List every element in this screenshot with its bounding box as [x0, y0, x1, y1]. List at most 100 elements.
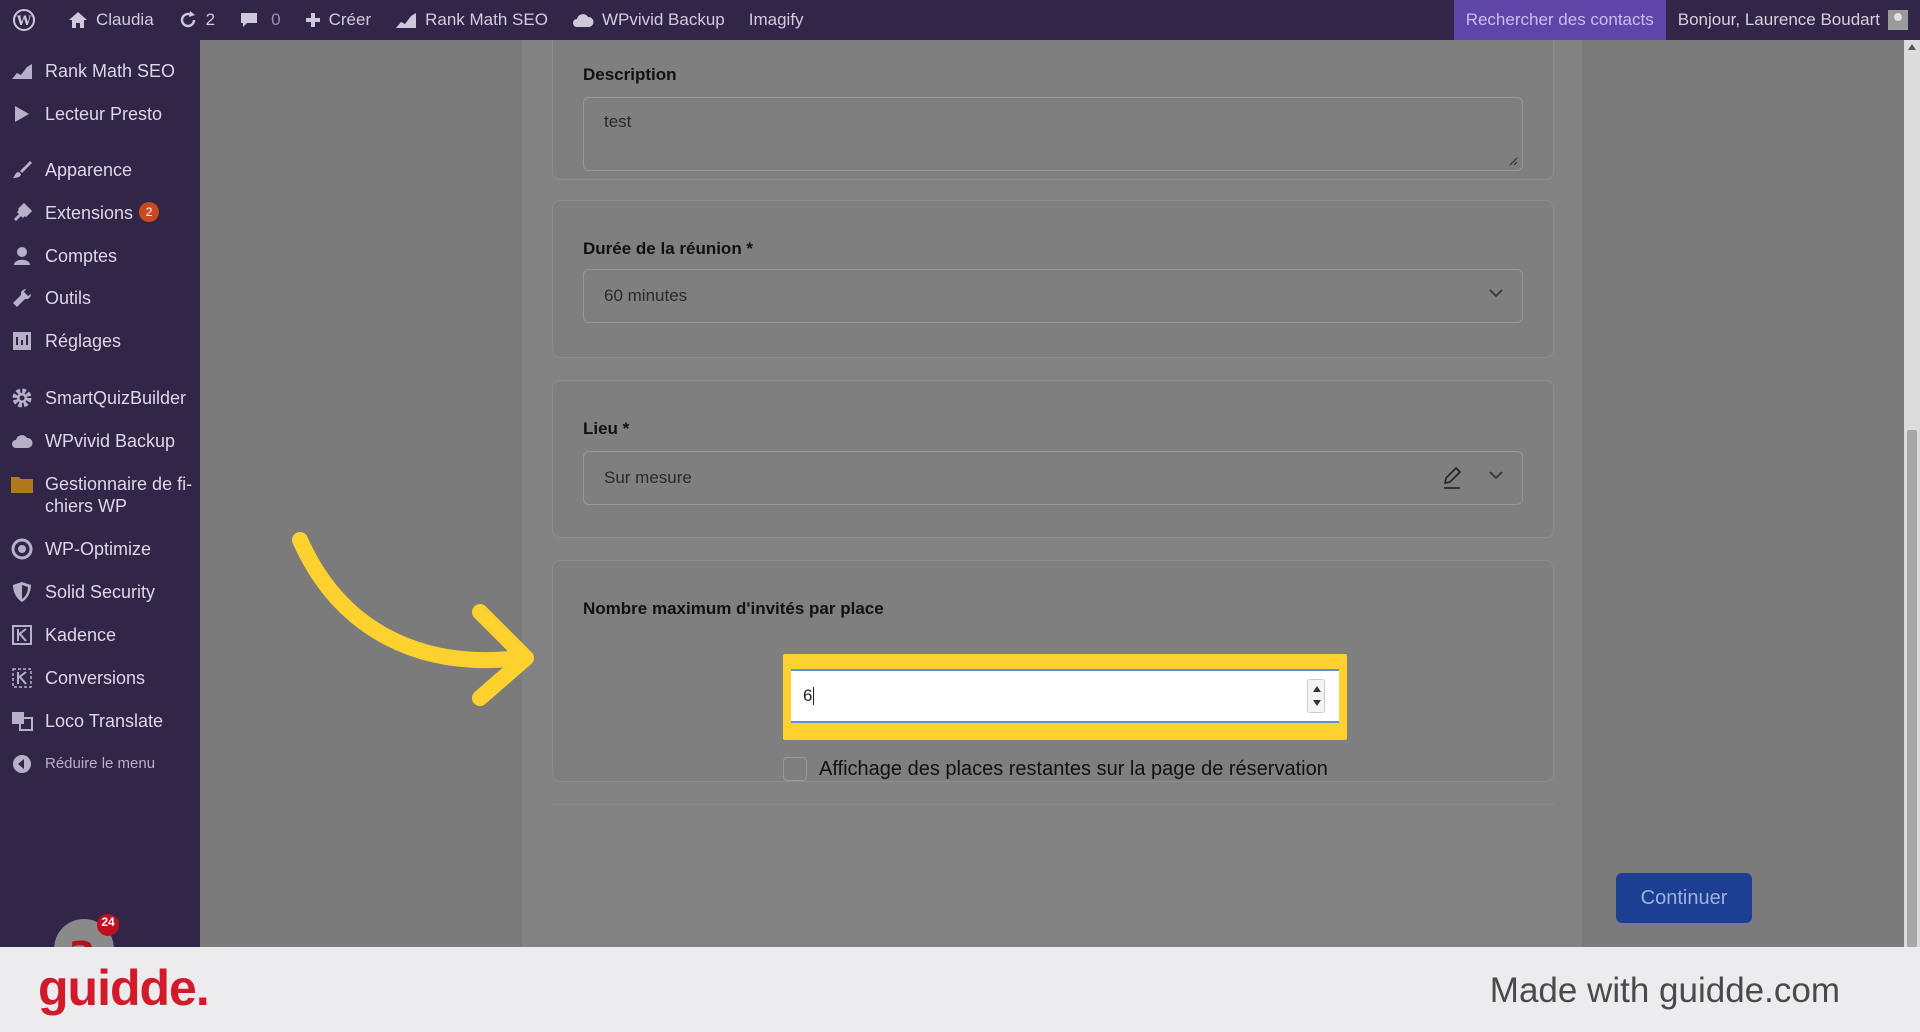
imagify-link[interactable]: Imagify [737, 0, 816, 40]
collapse-menu-button[interactable]: Réduire le menu [0, 753, 200, 775]
sidebar-item-label: Apparence [45, 160, 133, 180]
booking-form-panel: Description test Durée de la réunion * 6… [522, 40, 1582, 947]
sidebar-item-label: Gestionnaire de fi-chiers WP [45, 473, 192, 517]
notification-count: 24 [101, 915, 115, 929]
sidebar-item-label: Kadence [45, 625, 117, 645]
admin-bar-right: Rechercher des contacts Bonjour, Laurenc… [1453, 0, 1920, 40]
wpvivid-link[interactable]: WPvivid Backup [560, 0, 737, 40]
highlight-frame: 6 [783, 654, 1347, 740]
sidebar-item-label: SmartQuizBuilder [45, 388, 187, 408]
sidebar-item-label: Conversions [45, 668, 146, 688]
sidebar-item-lecteur-presto[interactable]: Lecteur Presto [0, 103, 200, 125]
guidde-footer: guidde. Made with guidde.com [0, 947, 1920, 1032]
site-name-link[interactable]: Claudia [56, 0, 166, 40]
chevron-down-icon [1489, 289, 1503, 298]
sidebar-item-loco-translate[interactable]: Loco Translate [0, 710, 200, 732]
conversions-icon [10, 667, 34, 689]
sidebar-item-kadence[interactable]: Kadence [0, 624, 200, 646]
greeting: Bonjour, Laurence Boudart [1677, 10, 1880, 29]
sidebar-item-label: Réduire le menu [45, 755, 156, 772]
sidebar-item-label: WP-Optimize [45, 539, 152, 559]
wpvivid-label: WPvivid Backup [601, 10, 725, 29]
sidebar-item-label-line1: Gestionnaire de fi- [45, 474, 193, 494]
sidebar-item-apparence[interactable]: Apparence [0, 159, 200, 181]
updates-link[interactable]: 2 [166, 0, 227, 40]
description-label: Description [583, 65, 677, 84]
create-label: Créer [328, 10, 372, 29]
cloud-icon [572, 14, 594, 27]
plug-icon [10, 202, 34, 224]
collapse-icon [10, 753, 34, 775]
max-guests-label: Nombre maximum d'invités par place [583, 599, 884, 618]
duration-select[interactable]: 60 minutes [583, 269, 1523, 323]
continue-button[interactable]: Continuer [1616, 873, 1752, 923]
divider [552, 804, 1554, 805]
max-guests-value: 6 [803, 686, 813, 705]
user-icon [10, 245, 34, 267]
admin-sidebar: Rank Math SEO Lecteur Presto Apparence E… [0, 40, 200, 947]
max-guests-input[interactable]: 6 [791, 669, 1339, 723]
guidde-logo: guidde. [38, 960, 210, 1016]
comment-icon [241, 13, 258, 27]
sidebar-item-label: Outils [45, 288, 92, 308]
sidebar-item-label: Réglages [45, 331, 122, 351]
chevron-down-icon [1489, 471, 1503, 480]
spin-down-icon[interactable] [1313, 700, 1321, 706]
text-cursor [813, 687, 815, 705]
sidebar-item-label: Solid Security [45, 582, 156, 602]
description-value: test [604, 112, 632, 131]
main-content: Description test Durée de la réunion * 6… [200, 40, 1904, 947]
rankmath-link[interactable]: Rank Math SEO [383, 0, 560, 40]
optimize-icon [10, 538, 34, 560]
scrollbar-thumb[interactable] [1907, 430, 1917, 947]
wordpress-logo-icon[interactable]: W [0, 0, 56, 40]
sidebar-item-outils[interactable]: Outils [0, 287, 200, 309]
home-icon [69, 12, 87, 28]
sidebar-item-label: Comptes [45, 246, 118, 266]
sidebar-item-extensions[interactable]: Extensions 2 [0, 202, 200, 224]
floating-chat-avatar[interactable]: a 24 [48, 913, 120, 947]
comments-count: 0 [271, 10, 281, 29]
show-remaining-checkbox[interactable] [783, 757, 807, 781]
account-menu[interactable]: Bonjour, Laurence Boudart [1666, 0, 1920, 40]
wrench-icon [10, 287, 34, 309]
imagify-label: Imagify [748, 10, 804, 29]
sidebar-item-smartquizbuilder[interactable]: SmartQuizBuilder [0, 387, 200, 409]
location-card: Lieu * Sur mesure [552, 380, 1554, 538]
sidebar-item-rank-math[interactable]: Rank Math SEO [0, 60, 200, 82]
create-link[interactable]: Créer [293, 0, 384, 40]
admin-bar: W Claudia 2 0 Créer Rank Math SEO WPvivi… [0, 0, 1920, 40]
show-remaining-label: Affichage des places restantes sur la pa… [819, 757, 1328, 780]
page-scrollbar[interactable] [1904, 40, 1920, 947]
location-value: Sur mesure [604, 468, 692, 487]
comments-link[interactable]: 0 [227, 0, 292, 40]
sidebar-item-reglages[interactable]: Réglages [0, 330, 200, 352]
updates-count: 2 [205, 10, 216, 29]
location-select[interactable]: Sur mesure [583, 451, 1523, 505]
sidebar-item-file-manager[interactable]: Gestionnaire de fi-chiers WP [0, 473, 200, 517]
svg-text:W: W [16, 14, 32, 29]
chart-icon [396, 13, 417, 28]
brush-icon [10, 159, 34, 181]
kadence-icon [10, 624, 34, 646]
description-textarea[interactable]: test [583, 97, 1523, 171]
sidebar-item-wpvivid[interactable]: WPvivid Backup [0, 430, 200, 452]
search-contacts-link[interactable]: Rechercher des contacts [1453, 0, 1666, 40]
duration-value: 60 minutes [604, 286, 688, 305]
sidebar-item-label: Loco Translate [45, 711, 164, 731]
edit-pencil-icon[interactable] [1442, 466, 1464, 490]
rankmath-label: Rank Math SEO [425, 10, 548, 29]
sidebar-item-wp-optimize[interactable]: WP-Optimize [0, 538, 200, 560]
sidebar-item-comptes[interactable]: Comptes [0, 245, 200, 267]
sidebar-item-label: Extensions [45, 203, 134, 223]
made-with-text: Made with guidde.com [1489, 971, 1840, 1010]
sidebar-item-label: Lecteur Presto [45, 104, 163, 124]
number-spinner[interactable] [1307, 679, 1325, 713]
sidebar-item-label-line2: chiers WP [45, 496, 128, 516]
sidebar-item-conversions[interactable]: Conversions [0, 667, 200, 689]
spin-up-icon[interactable] [1313, 686, 1321, 692]
show-remaining-row[interactable]: Affichage des places restantes sur la pa… [783, 757, 1328, 781]
sidebar-item-solid-security[interactable]: Solid Security [0, 581, 200, 603]
search-contacts-label: Rechercher des contacts [1465, 10, 1654, 29]
scroll-up-icon[interactable] [1908, 44, 1916, 50]
